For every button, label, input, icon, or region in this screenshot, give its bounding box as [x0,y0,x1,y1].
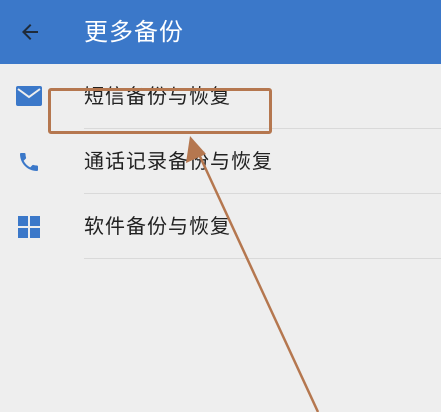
menu-item-sms-backup[interactable]: 短信备份与恢复 [0,64,441,129]
arrow-left-icon [22,24,38,40]
back-button[interactable] [10,12,50,52]
envelope-icon [16,84,42,110]
menu-item-label: 通话记录备份与恢复 [84,149,273,173]
backup-menu-list: 短信备份与恢复 通话记录备份与恢复 软件备份与恢复 [0,64,441,259]
page-title: 更多备份 [84,18,184,46]
menu-item-call-log-backup[interactable]: 通话记录备份与恢复 [0,129,441,194]
menu-item-app-backup[interactable]: 软件备份与恢复 [0,194,441,259]
app-bar: 更多备份 [0,0,441,64]
menu-item-label: 软件备份与恢复 [84,214,231,238]
grid-icon [16,214,42,240]
phone-icon [16,149,42,175]
menu-item-label: 短信备份与恢复 [84,84,231,108]
divider [84,258,441,259]
